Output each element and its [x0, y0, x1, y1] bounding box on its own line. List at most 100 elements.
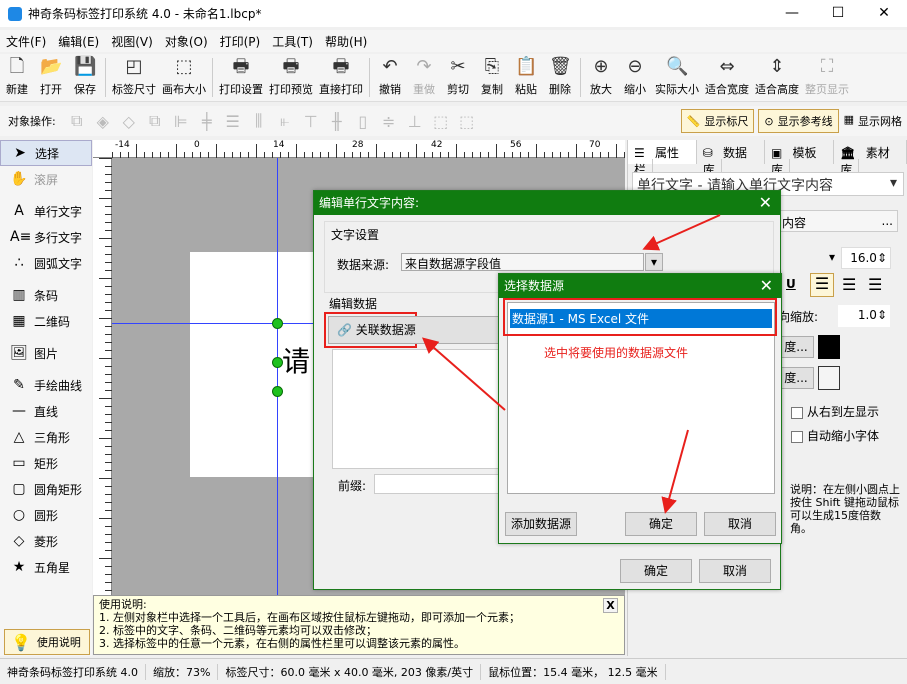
- align-left-text-icon[interactable]: ☰: [810, 273, 834, 297]
- cancel-button[interactable]: 取消: [699, 559, 771, 583]
- menu-item[interactable]: 工具(T): [266, 30, 319, 52]
- tool-item[interactable]: A≡多行文字: [0, 224, 92, 250]
- toolbar-button-undo[interactable]: ↶撤销: [373, 54, 407, 101]
- font-size-field[interactable]: 16.0⇕: [841, 247, 891, 269]
- toolbar-button-copy[interactable]: ⎘复制: [475, 54, 509, 101]
- tool-item[interactable]: ★五角星: [0, 554, 92, 580]
- menu-item[interactable]: 编辑(E): [52, 30, 105, 52]
- menu-item[interactable]: 帮助(H): [319, 30, 373, 52]
- layer-top-icon[interactable]: ◈: [90, 112, 116, 131]
- align-center-text-icon[interactable]: ☰: [842, 275, 856, 294]
- toolbar-button-redo[interactable]: ↷重做: [407, 54, 441, 101]
- tool-item[interactable]: ○圆形: [0, 502, 92, 528]
- checkbox[interactable]: [791, 431, 803, 443]
- align-middle-icon[interactable]: ╫: [324, 112, 350, 131]
- toolbar-button-cut[interactable]: ✂剪切: [441, 54, 475, 101]
- resize-handle[interactable]: [272, 357, 283, 368]
- toolbar-button-print-preview[interactable]: 🖶打印预览: [266, 54, 316, 101]
- tab-1[interactable]: ⛁ 数据库: [697, 140, 765, 164]
- ellipsis-button[interactable]: ...: [882, 214, 893, 228]
- rtl-checkbox[interactable]: 从右到左显示: [791, 403, 879, 420]
- distribute-icon[interactable]: ▯: [350, 112, 376, 131]
- guide-line-vertical[interactable]: [277, 158, 278, 595]
- toolbar-button-direct-print[interactable]: 🖶直接打印: [316, 54, 366, 101]
- show-ruler-toggle[interactable]: 📏显示标尺: [681, 109, 755, 133]
- show-guides-toggle[interactable]: ⊙显示参考线: [758, 109, 838, 133]
- align-bottom-icon[interactable]: ⊥: [402, 112, 428, 131]
- maximize-button[interactable]: ☐: [815, 0, 861, 27]
- help-close-button[interactable]: X: [603, 598, 618, 613]
- same-size2-icon[interactable]: ⬚: [454, 112, 480, 131]
- toolbar-button-delete[interactable]: 🗑删除: [543, 54, 577, 101]
- align-right-text-icon[interactable]: ☰: [868, 275, 882, 294]
- toolbar-button-print-settings[interactable]: 🖶打印设置: [216, 54, 266, 101]
- distribute-h-icon[interactable]: ⫼: [246, 111, 272, 131]
- bg-color-button[interactable]: 度...: [778, 367, 814, 389]
- toolbar-button-fit-width[interactable]: ⇔适合宽度: [702, 54, 752, 101]
- bg-color-swatch[interactable]: [818, 366, 840, 390]
- toolbar-button-paste[interactable]: 📋粘贴: [509, 54, 543, 101]
- font-select[interactable]: ▾: [778, 247, 838, 269]
- toolbar-button-new-file[interactable]: 🗋新建: [0, 54, 34, 101]
- toolbar-button-zoom-out[interactable]: ⊖缩小: [618, 54, 652, 101]
- align-left-icon[interactable]: ⊫: [168, 112, 194, 131]
- scale-field[interactable]: 1.0⇕: [838, 305, 890, 327]
- select-ok-button[interactable]: 确定: [625, 512, 697, 536]
- toolbar-button-canvas-size[interactable]: ⬚画布大小: [159, 54, 209, 101]
- close-icon[interactable]: ✕: [760, 274, 773, 298]
- menu-item[interactable]: 视图(V): [105, 30, 159, 52]
- close-button[interactable]: ✕: [861, 0, 907, 27]
- layer-down-icon[interactable]: ◇: [116, 112, 142, 131]
- menu-item[interactable]: 对象(O): [159, 30, 214, 52]
- tab-2[interactable]: ▣ 模板库: [765, 140, 834, 164]
- toolbar-button-actual-size[interactable]: 🔍实际大小: [652, 54, 702, 101]
- content-field[interactable]: 内容...: [778, 210, 898, 232]
- text-color-swatch[interactable]: [818, 335, 840, 359]
- toolbar-button-full-page[interactable]: ⛶整页显示: [802, 54, 852, 101]
- tool-item[interactable]: ∴圆弧文字: [0, 250, 92, 276]
- toolbar-button-zoom-in[interactable]: ⊕放大: [584, 54, 618, 101]
- add-datasource-button[interactable]: 添加数据源: [505, 512, 577, 536]
- align-center-icon[interactable]: ╪: [194, 112, 220, 131]
- autoshrink-checkbox[interactable]: 自动缩小字体: [791, 427, 879, 444]
- text-element[interactable]: 请: [282, 340, 310, 380]
- tab-3[interactable]: 🏛 素材库: [834, 140, 907, 164]
- underline-icon[interactable]: U: [786, 277, 796, 291]
- tool-item[interactable]: ▦二维码: [0, 308, 92, 334]
- text-color-button[interactable]: 度...: [778, 336, 814, 358]
- tab-0[interactable]: ☰ 属性栏: [628, 140, 697, 164]
- menu-item[interactable]: 打印(P): [214, 30, 267, 52]
- align-right-icon[interactable]: ⫦: [272, 111, 298, 131]
- toolbar-button-open[interactable]: 📂打开: [34, 54, 68, 101]
- align-top-icon[interactable]: ⊤: [298, 112, 324, 131]
- source-select[interactable]: 来自数据源字段值: [401, 253, 644, 271]
- tool-item[interactable]: ✎手绘曲线: [0, 372, 92, 398]
- tool-item[interactable]: ➤选择: [0, 140, 92, 166]
- minimize-button[interactable]: —: [769, 0, 815, 27]
- resize-handle[interactable]: [272, 318, 283, 329]
- tool-item[interactable]: ✋滚屏: [0, 166, 92, 192]
- checkbox[interactable]: [791, 407, 803, 419]
- help-button[interactable]: 💡使用说明: [4, 629, 90, 655]
- tool-item[interactable]: ◇菱形: [0, 528, 92, 554]
- same-size-icon[interactable]: ⬚: [428, 112, 454, 131]
- tool-item[interactable]: A单行文字: [0, 198, 92, 224]
- tool-item[interactable]: ▢圆角矩形: [0, 476, 92, 502]
- distribute-v-icon[interactable]: ☰: [220, 112, 246, 131]
- resize-handle[interactable]: [272, 386, 283, 397]
- tool-item[interactable]: 🖼图片: [0, 340, 92, 366]
- layer-up-icon[interactable]: ⧉: [64, 111, 90, 131]
- tool-item[interactable]: —直线: [0, 398, 92, 424]
- menu-item[interactable]: 文件(F): [0, 30, 52, 52]
- close-icon[interactable]: ✕: [759, 191, 772, 215]
- tool-item[interactable]: ▥条码: [0, 282, 92, 308]
- tool-item[interactable]: △三角形: [0, 424, 92, 450]
- toolbar-button-fit-height[interactable]: ⇕适合高度: [752, 54, 802, 101]
- tool-item[interactable]: ▭矩形: [0, 450, 92, 476]
- align-vcenter-icon[interactable]: ≑: [376, 112, 402, 131]
- chevron-down-icon[interactable]: ▾: [645, 253, 663, 271]
- select-cancel-button[interactable]: 取消: [704, 512, 776, 536]
- show-grid-toggle[interactable]: ▦显示网格: [839, 110, 907, 132]
- toolbar-button-save[interactable]: 💾保存: [68, 54, 102, 101]
- layer-bottom-icon[interactable]: ⧉: [142, 111, 168, 131]
